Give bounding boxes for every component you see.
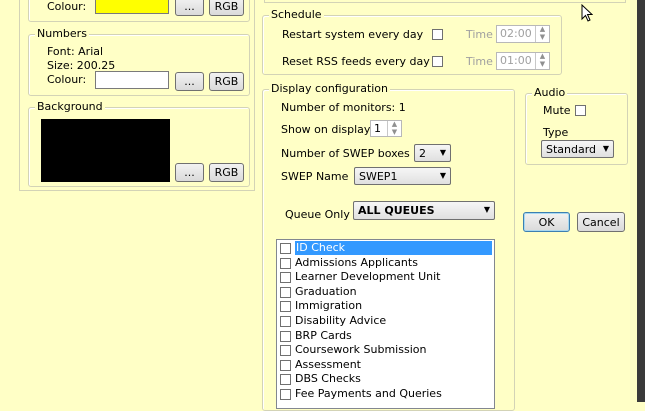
queue-only-label: Queue Only xyxy=(285,208,350,221)
queue-label: Coursework Submission xyxy=(295,343,427,357)
swep-name-label: SWEP Name xyxy=(281,170,349,183)
list-item[interactable]: Fee Payments and Queries xyxy=(277,387,494,402)
queue-label: Immigration xyxy=(295,299,363,313)
chevron-down-icon: ▼ xyxy=(439,171,446,180)
list-item[interactable]: Graduation xyxy=(277,285,494,300)
top-right-group-edge xyxy=(264,0,626,3)
mute-checkbox[interactable] xyxy=(575,105,586,116)
swep-name-select[interactable]: SWEP1 ▼ xyxy=(354,167,451,185)
schedule-title: Schedule xyxy=(269,8,324,21)
restart-time-stepper[interactable]: 02:00 ▲ ▼ xyxy=(496,25,550,43)
queue-checkbox[interactable] xyxy=(280,243,291,254)
list-item[interactable]: Coursework Submission xyxy=(277,343,494,358)
list-item[interactable]: Immigration xyxy=(277,299,494,314)
queue-checkbox[interactable] xyxy=(280,359,291,371)
queue-checkbox[interactable] xyxy=(280,257,291,269)
queue-checkbox[interactable] xyxy=(280,272,291,284)
queue-checkbox[interactable] xyxy=(280,374,291,386)
list-item[interactable]: Disability Advice xyxy=(277,314,494,329)
list-item[interactable]: BRP Cards xyxy=(277,329,494,344)
queue-label: Graduation xyxy=(295,284,357,298)
mouse-cursor-icon xyxy=(581,4,593,22)
queue-only-select[interactable]: ALL QUEUES ▼ xyxy=(353,201,495,220)
reset-time-stepper[interactable]: 01:00 ▲ ▼ xyxy=(496,52,550,70)
queue-label: ID Check xyxy=(295,241,492,255)
queue-checkbox[interactable] xyxy=(280,330,291,342)
monitors-line: Number of monitors: 1 xyxy=(281,101,406,114)
stepper-down-icon[interactable]: ▼ xyxy=(388,128,401,137)
queue-label: Disability Advice xyxy=(295,313,387,327)
chevron-down-icon: ▼ xyxy=(439,148,446,157)
reset-label: Reset RSS feeds every day xyxy=(282,55,430,68)
chevron-down-icon: ▼ xyxy=(483,205,490,214)
reset-checkbox[interactable] xyxy=(432,56,443,67)
window-frame-edge xyxy=(637,0,645,402)
queue-label: Admissions Applicants xyxy=(295,255,418,269)
queue-label: Learner Development Unit xyxy=(295,270,441,284)
swep-boxes-select[interactable]: 2 ▼ xyxy=(414,144,451,162)
swep-boxes-value: 2 xyxy=(419,147,426,160)
list-item[interactable]: Admissions Applicants xyxy=(277,256,494,271)
stepper-down-icon[interactable]: ▼ xyxy=(536,34,549,42)
restart-time-label: Time xyxy=(466,28,493,41)
queue-checkbox[interactable] xyxy=(280,301,291,313)
list-item[interactable]: Assessment xyxy=(277,358,494,373)
list-item[interactable]: ID Check xyxy=(277,241,494,256)
queue-only-value: ALL QUEUES xyxy=(358,204,435,217)
restart-checkbox[interactable] xyxy=(432,29,443,40)
show-on-display-stepper[interactable]: 1 ▲ ▼ xyxy=(370,120,402,137)
cancel-button[interactable]: Cancel xyxy=(577,212,625,232)
queue-label: BRP Cards xyxy=(295,328,352,342)
audio-type-label: Type xyxy=(543,126,569,139)
display-config-title: Display configuration xyxy=(269,82,391,95)
show-on-display-value: 1 xyxy=(374,122,381,135)
restart-time-value: 02:00 xyxy=(500,27,532,40)
audio-type-value: Standard xyxy=(546,143,597,156)
queue-label: Assessment xyxy=(295,357,361,371)
queue-checkbox[interactable] xyxy=(280,315,291,327)
audio-title: Audio xyxy=(532,86,568,99)
list-item[interactable]: DBS Checks xyxy=(277,372,494,387)
swep-boxes-label: Number of SWEP boxes xyxy=(281,147,410,160)
queue-label: DBS Checks xyxy=(295,372,361,386)
ok-button[interactable]: OK xyxy=(523,212,570,232)
reset-time-value: 01:00 xyxy=(500,54,532,67)
list-item[interactable]: Learner Development Unit xyxy=(277,270,494,285)
swep-name-value: SWEP1 xyxy=(359,170,398,183)
queue-checkbox[interactable] xyxy=(280,286,291,298)
left-panel-frame xyxy=(19,0,255,191)
queue-label: Fee Payments and Queries xyxy=(295,386,442,400)
chevron-down-icon: ▼ xyxy=(602,144,609,153)
restart-label: Restart system every day xyxy=(282,28,424,41)
show-on-display-label: Show on display xyxy=(281,123,371,136)
reset-time-label: Time xyxy=(466,55,493,68)
stepper-down-icon[interactable]: ▼ xyxy=(536,61,549,69)
queue-list[interactable]: ID Check Admissions Applicants Learner Dev… xyxy=(276,239,495,409)
audio-type-select[interactable]: Standard ▼ xyxy=(541,140,614,158)
queue-checkbox[interactable] xyxy=(280,345,291,357)
queue-checkbox[interactable] xyxy=(280,388,291,400)
mute-label: Mute xyxy=(543,104,571,117)
